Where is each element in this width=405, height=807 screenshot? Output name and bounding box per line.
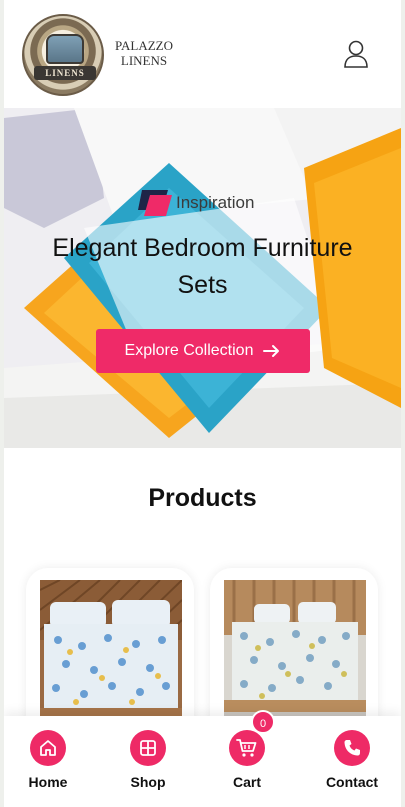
home-icon (40, 740, 56, 756)
hero-badge: Inspiration (138, 188, 254, 218)
product-bedsheet-image (40, 580, 182, 720)
shop-button[interactable] (130, 730, 166, 766)
home-button[interactable] (30, 730, 66, 766)
grid-icon (140, 740, 156, 756)
bottom-navigation: Home Shop 0 Cart Contact (4, 710, 401, 807)
brand-line-2: LINENS (120, 53, 168, 68)
nav-label-home: Home (28, 774, 68, 790)
arrow-right-icon (263, 345, 280, 357)
product-bedsheet-image (224, 580, 366, 720)
logo-building-emblem (46, 34, 84, 64)
hero-banner: Inspiration Elegant Bedroom Furniture Se… (4, 108, 401, 448)
logo-band-text: LINENS (34, 66, 96, 80)
brand-line-1: PALAZZO (114, 38, 174, 53)
user-account-icon[interactable] (340, 38, 372, 70)
phone-icon (344, 740, 360, 756)
header: LINENS PALAZZO LINENS (4, 0, 401, 108)
nav-item-home[interactable]: Home (8, 730, 88, 790)
cart-button[interactable]: 0 (229, 710, 275, 766)
nav-item-shop[interactable]: Shop (108, 730, 188, 790)
cart-count-badge: 0 (251, 710, 275, 734)
contact-button[interactable] (334, 730, 370, 766)
cart-icon (236, 739, 257, 757)
nav-item-contact[interactable]: Contact (312, 730, 392, 790)
explore-collection-button[interactable]: Explore Collection (96, 329, 310, 373)
hero-badge-label: Inspiration (176, 193, 255, 212)
brand-name[interactable]: PALAZZO LINENS (104, 38, 184, 68)
brand-logo[interactable]: LINENS (22, 14, 104, 96)
hero-title: Elegant Bedroom Furniture Sets (52, 234, 353, 299)
products-section-title: Products (148, 484, 257, 512)
nav-label-cart: Cart (232, 774, 261, 790)
explore-collection-label: Explore Collection (124, 342, 254, 359)
app-frame: LINENS PALAZZO LINENS Inspiration Elegan… (4, 0, 401, 807)
inspiration-mark-icon (138, 190, 172, 216)
nav-item-cart[interactable]: 0 Cart (207, 710, 287, 790)
nav-label-contact: Contact (325, 774, 379, 790)
nav-label-shop: Shop (130, 774, 166, 790)
